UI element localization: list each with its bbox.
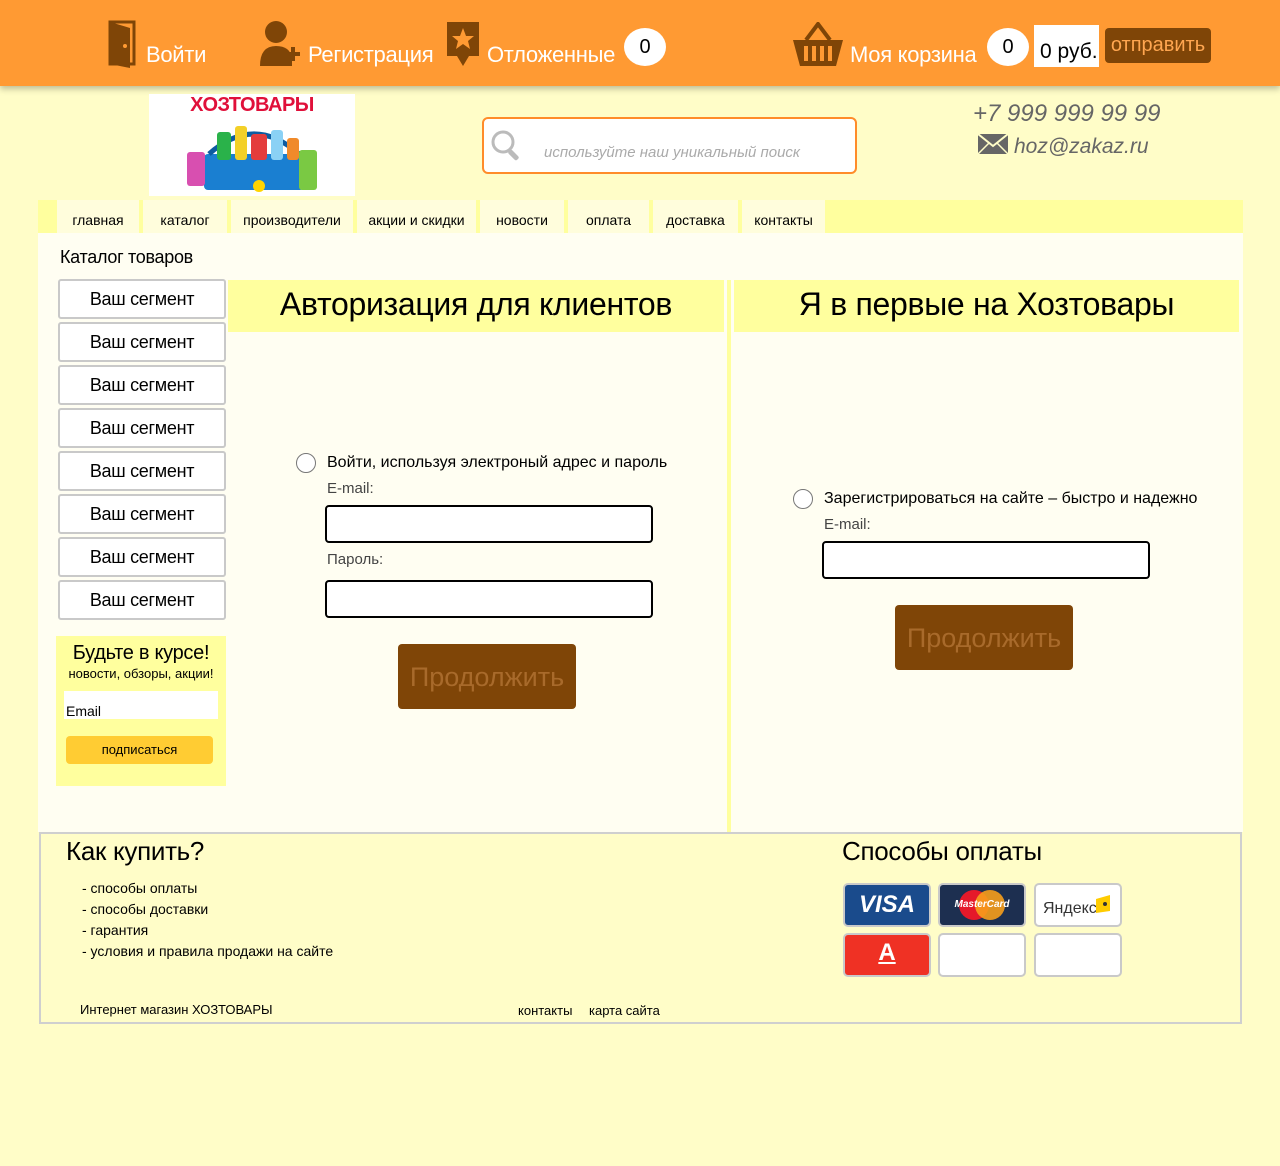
register-radio-label: Зарегистрироваться на сайте – быстро и н…	[824, 490, 1198, 507]
door-icon	[108, 20, 140, 68]
visa-card-icon: VISA	[843, 883, 931, 927]
mastercard-icon: MasterCard	[938, 883, 1026, 927]
footer-link-payment[interactable]: - способы оплаты	[82, 880, 197, 896]
payment-card-placeholder	[1034, 933, 1122, 977]
top-bar: Войти Регистрация Отложенные 0 Моя корзи…	[0, 0, 1280, 86]
site-logo[interactable]: ХОЗТОВАРЫ	[149, 94, 355, 196]
email-text: hoz@zakaz.ru	[1014, 135, 1149, 158]
search-icon	[490, 129, 524, 168]
footer: Как купить? - способы оплаты - способы д…	[39, 832, 1242, 1024]
sidebar-segment[interactable]: Ваш сегмент	[58, 322, 226, 362]
nav-item-home[interactable]: главная	[57, 200, 139, 233]
search-input[interactable]	[544, 137, 844, 167]
login-email-field[interactable]	[325, 505, 653, 543]
nav-item-delivery[interactable]: доставка	[653, 200, 738, 233]
add-user-icon	[260, 20, 302, 68]
login-link[interactable]: Войти	[108, 20, 206, 68]
footer-link-warranty[interactable]: - гарантия	[82, 922, 148, 938]
register-continue-button[interactable]: Продолжить	[895, 605, 1073, 670]
login-password-label: Пароль:	[327, 551, 384, 568]
register-panel-title: Я в первые на Хозтовары	[734, 280, 1239, 332]
payment-methods-title: Способы оплаты	[842, 836, 1042, 866]
sidebar-segment[interactable]: Ваш сегмент	[58, 279, 226, 319]
search-box[interactable]	[482, 117, 857, 174]
footer-link-sitemap[interactable]: карта сайта	[589, 1003, 660, 1018]
star-bookmark-icon	[445, 20, 481, 68]
login-radio[interactable]	[296, 453, 316, 473]
login-password-field[interactable]	[325, 580, 653, 618]
newsletter-subtitle: новости, обзоры, акции!	[68, 666, 214, 681]
payment-card-placeholder	[938, 933, 1026, 977]
basket-products-illustration	[187, 126, 317, 192]
saved-label: Отложенные	[487, 42, 616, 67]
nav-item-promotions[interactable]: акции и скидки	[357, 200, 476, 233]
sidebar-segment[interactable]: Ваш сегмент	[58, 494, 226, 534]
register-email-field[interactable]	[822, 541, 1150, 579]
login-radio-label: Войти, используя электроный адрес и паро…	[327, 454, 668, 471]
saved-link[interactable]: Отложенные	[445, 20, 615, 68]
nav-item-contacts[interactable]: контакты	[742, 200, 825, 233]
register-email-label: E-mail:	[824, 516, 871, 533]
nav-item-catalog[interactable]: каталог	[143, 200, 227, 233]
envelope-icon	[977, 133, 1014, 160]
login-panel-title: Авторизация для клиентов	[228, 280, 724, 332]
nav-item-payment[interactable]: оплата	[568, 200, 649, 233]
cart-total: 0 руб.	[1034, 25, 1099, 67]
footer-link-contacts[interactable]: контакты	[518, 1003, 572, 1018]
newsletter-box: Будьте в курсе! новости, обзоры, акции! …	[56, 636, 226, 786]
phone-number: +7 999 999 99 99	[973, 100, 1161, 127]
nav-item-manufacturers[interactable]: производители	[231, 200, 353, 233]
panel-divider	[727, 280, 731, 832]
alfa-bank-icon: А	[843, 933, 931, 977]
newsletter-title: Будьте в курсе!	[72, 642, 210, 664]
contact-email[interactable]: hoz@zakaz.ru	[977, 133, 1149, 160]
newsletter-email-input[interactable]: Email	[64, 691, 218, 719]
register-radio[interactable]	[793, 489, 813, 509]
footer-shop-name: Интернет магазин ХОЗТОВАРЫ	[80, 1002, 273, 1017]
send-button[interactable]: отправить	[1105, 28, 1211, 63]
cart-count-badge: 0	[987, 28, 1029, 66]
basket-icon	[792, 22, 844, 68]
sidebar-segment[interactable]: Ваш сегмент	[58, 408, 226, 448]
login-continue-button[interactable]: Продолжить	[398, 644, 576, 709]
cart-label: Моя корзина	[850, 42, 977, 67]
saved-count-badge: 0	[624, 28, 666, 66]
login-email-label: E-mail:	[327, 480, 374, 497]
sidebar-segment[interactable]: Ваш сегмент	[58, 537, 226, 577]
how-to-buy-title: Как купить?	[66, 836, 205, 866]
yandex-money-icon: Яндекс	[1034, 883, 1122, 927]
footer-link-terms[interactable]: - условия и правила продажи на сайте	[82, 943, 333, 959]
register-link[interactable]: Регистрация	[260, 20, 434, 68]
footer-link-delivery[interactable]: - способы доставки	[82, 901, 208, 917]
sidebar-segment[interactable]: Ваш сегмент	[58, 451, 226, 491]
sidebar-segment[interactable]: Ваш сегмент	[58, 580, 226, 620]
sidebar-segment[interactable]: Ваш сегмент	[58, 365, 226, 405]
nav-item-news[interactable]: новости	[480, 200, 564, 233]
catalog-title: Каталог товаров	[60, 247, 193, 267]
register-label: Регистрация	[308, 42, 434, 67]
login-label: Войти	[146, 42, 207, 67]
cart-link[interactable]: Моя корзина	[792, 22, 977, 68]
subscribe-button[interactable]: подписаться	[66, 736, 213, 764]
